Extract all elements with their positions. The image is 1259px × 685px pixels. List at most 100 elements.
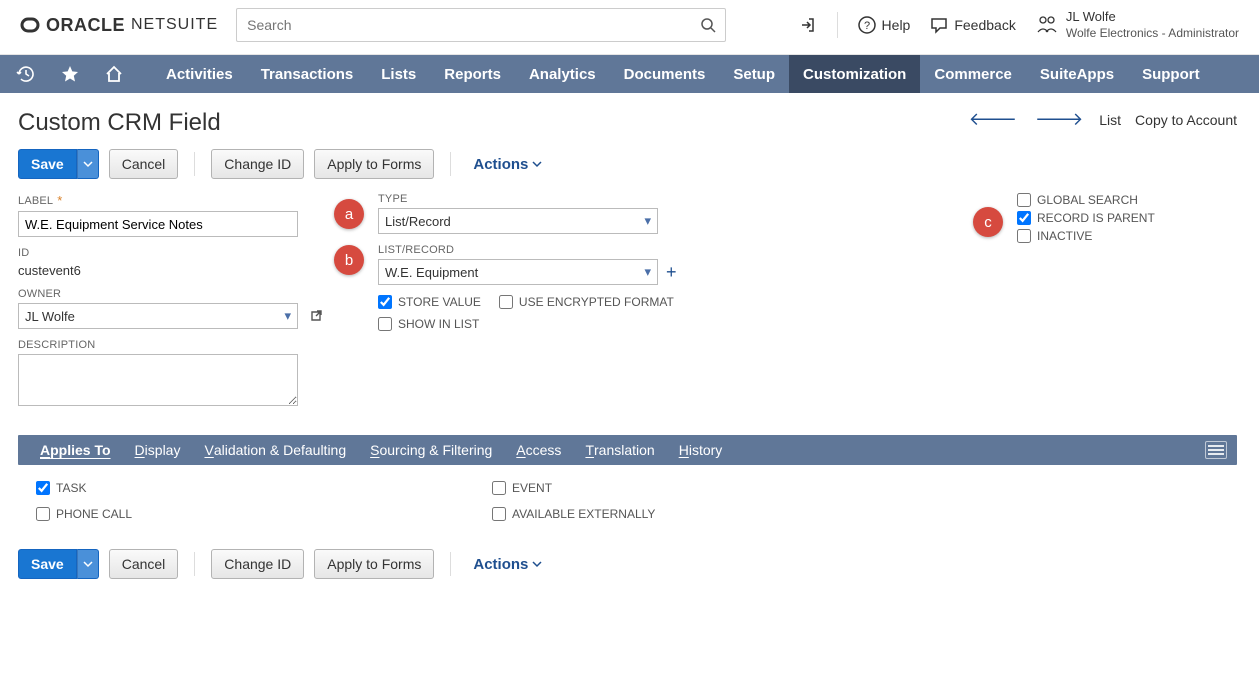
- save-dropdown-caret[interactable]: [77, 149, 99, 179]
- next-arrow-icon[interactable]: 🡒: [1033, 109, 1085, 130]
- search-icon: [700, 17, 716, 33]
- cancel-button[interactable]: Cancel: [109, 149, 179, 179]
- nav-item-transactions[interactable]: Transactions: [247, 55, 368, 93]
- phone-call-checkbox[interactable]: [36, 507, 50, 521]
- task-label: TASK: [56, 481, 86, 495]
- apply-to-forms-button-bottom[interactable]: Apply to Forms: [314, 549, 434, 579]
- store-value-checkbox[interactable]: [378, 295, 392, 309]
- list-record-select-value: W.E. Equipment: [385, 265, 478, 280]
- nav-item-activities[interactable]: Activities: [152, 55, 247, 93]
- list-record-select[interactable]: W.E. Equipment ▾: [378, 259, 658, 285]
- encrypted-checkbox-row[interactable]: USE ENCRYPTED FORMAT: [499, 295, 674, 309]
- annotation-badge-a: a: [334, 199, 364, 229]
- applies-to-panel: TASK PHONE CALL EVENT AVAILABLE EXTERNAL…: [18, 465, 1237, 531]
- encrypted-checkbox[interactable]: [499, 295, 513, 309]
- tab-sourcing-filtering[interactable]: Sourcing & Filtering: [358, 435, 504, 465]
- task-checkbox[interactable]: [36, 481, 50, 495]
- global-search-checkbox-row[interactable]: GLOBAL SEARCH: [1017, 193, 1237, 207]
- required-star-icon: *: [57, 193, 62, 208]
- copy-to-account-link[interactable]: Copy to Account: [1135, 112, 1237, 128]
- tab-validation-defaulting[interactable]: Validation & Defaulting: [192, 435, 358, 465]
- store-value-checkbox-row[interactable]: STORE VALUE: [378, 295, 481, 309]
- feedback-label: Feedback: [954, 17, 1015, 33]
- nav-item-support[interactable]: Support: [1128, 55, 1214, 93]
- save-button[interactable]: Save: [18, 149, 77, 179]
- chevron-down-icon: ▾: [284, 308, 291, 324]
- brand-logo: ORACLE NETSUITE: [20, 15, 218, 36]
- type-select-value: List/Record: [385, 214, 451, 229]
- help-link[interactable]: ? Help: [858, 16, 911, 34]
- show-in-list-checkbox-row[interactable]: SHOW IN LIST: [378, 317, 698, 331]
- tab-access[interactable]: Access: [504, 435, 573, 465]
- change-id-button[interactable]: Change ID: [211, 149, 304, 179]
- nav-item-reports[interactable]: Reports: [430, 55, 515, 93]
- available-externally-checkbox[interactable]: [492, 507, 506, 521]
- nav-item-suiteapps[interactable]: SuiteApps: [1026, 55, 1128, 93]
- page-body: Custom CRM Field 🡐 🡒 List Copy to Accoun…: [0, 93, 1259, 633]
- save-button-bottom[interactable]: Save: [18, 549, 77, 579]
- show-in-list-label: SHOW IN LIST: [398, 317, 479, 331]
- tab-translation[interactable]: Translation: [573, 435, 666, 465]
- phone-call-checkbox-row[interactable]: PHONE CALL: [36, 507, 132, 521]
- login-arrow-icon[interactable]: [799, 16, 817, 34]
- button-separator: [450, 552, 451, 576]
- main-nav: ActivitiesTransactionsListsReportsAnalyt…: [0, 55, 1259, 93]
- user-menu[interactable]: JL Wolfe Wolfe Electronics - Administrat…: [1036, 9, 1239, 40]
- tab-applies-to[interactable]: Applies To: [28, 435, 123, 465]
- nav-item-setup[interactable]: Setup: [719, 55, 789, 93]
- search-input[interactable]: [236, 8, 726, 42]
- description-textarea[interactable]: [18, 354, 298, 406]
- svg-text:?: ?: [863, 20, 869, 32]
- list-link[interactable]: List: [1099, 112, 1121, 128]
- record-parent-checkbox-row[interactable]: RECORD IS PARENT: [1017, 211, 1237, 225]
- type-select[interactable]: List/Record ▾: [378, 208, 658, 234]
- oracle-o-icon: [20, 15, 40, 35]
- annotation-badge-b: b: [334, 245, 364, 275]
- nav-item-customization[interactable]: Customization: [789, 55, 920, 93]
- nav-item-analytics[interactable]: Analytics: [515, 55, 610, 93]
- button-row-top: Save Cancel Change ID Apply to Forms Act…: [18, 149, 1237, 179]
- inactive-checkbox-row[interactable]: INACTIVE: [1017, 229, 1237, 243]
- encrypted-label: USE ENCRYPTED FORMAT: [519, 295, 674, 309]
- star-icon[interactable]: [58, 62, 82, 86]
- change-id-button-bottom[interactable]: Change ID: [211, 549, 304, 579]
- feedback-icon: [930, 16, 948, 34]
- cancel-button-bottom[interactable]: Cancel: [109, 549, 179, 579]
- open-external-icon[interactable]: [308, 308, 324, 324]
- chevron-down-icon: [532, 559, 542, 569]
- nav-item-documents[interactable]: Documents: [610, 55, 720, 93]
- id-field-label: ID: [18, 247, 338, 259]
- tab-history[interactable]: History: [667, 435, 735, 465]
- event-checkbox[interactable]: [492, 481, 506, 495]
- chevron-down-icon: [532, 159, 542, 169]
- home-icon[interactable]: [102, 62, 126, 86]
- save-dropdown-caret-bottom[interactable]: [77, 549, 99, 579]
- nav-item-commerce[interactable]: Commerce: [920, 55, 1026, 93]
- add-list-record-icon[interactable]: +: [666, 262, 677, 283]
- owner-select[interactable]: JL Wolfe ▾: [18, 303, 298, 329]
- user-role: Wolfe Electronics - Administrator: [1066, 26, 1239, 41]
- available-externally-checkbox-row[interactable]: AVAILABLE EXTERNALLY: [492, 507, 655, 521]
- tab-display[interactable]: Display: [123, 435, 193, 465]
- apply-to-forms-button[interactable]: Apply to Forms: [314, 149, 434, 179]
- event-checkbox-row[interactable]: EVENT: [492, 481, 655, 495]
- label-field-label: LABEL*: [18, 193, 338, 208]
- label-input[interactable]: [18, 211, 298, 237]
- actions-menu[interactable]: Actions: [473, 156, 542, 173]
- header-divider: [837, 12, 838, 38]
- brand-netsuite: NETSUITE: [131, 16, 218, 34]
- history-icon[interactable]: [14, 62, 38, 86]
- record-parent-checkbox[interactable]: [1017, 211, 1031, 225]
- show-in-list-checkbox[interactable]: [378, 317, 392, 331]
- task-checkbox-row[interactable]: TASK: [36, 481, 132, 495]
- button-separator: [194, 552, 195, 576]
- global-search-checkbox[interactable]: [1017, 193, 1031, 207]
- panel-view-toggle-icon[interactable]: [1205, 441, 1227, 459]
- nav-item-lists[interactable]: Lists: [367, 55, 430, 93]
- prev-arrow-icon[interactable]: 🡐: [967, 109, 1019, 130]
- inactive-checkbox[interactable]: [1017, 229, 1031, 243]
- button-separator: [194, 152, 195, 176]
- button-row-bottom: Save Cancel Change ID Apply to Forms Act…: [18, 549, 1237, 579]
- feedback-link[interactable]: Feedback: [930, 16, 1015, 34]
- actions-menu-bottom[interactable]: Actions: [473, 556, 542, 573]
